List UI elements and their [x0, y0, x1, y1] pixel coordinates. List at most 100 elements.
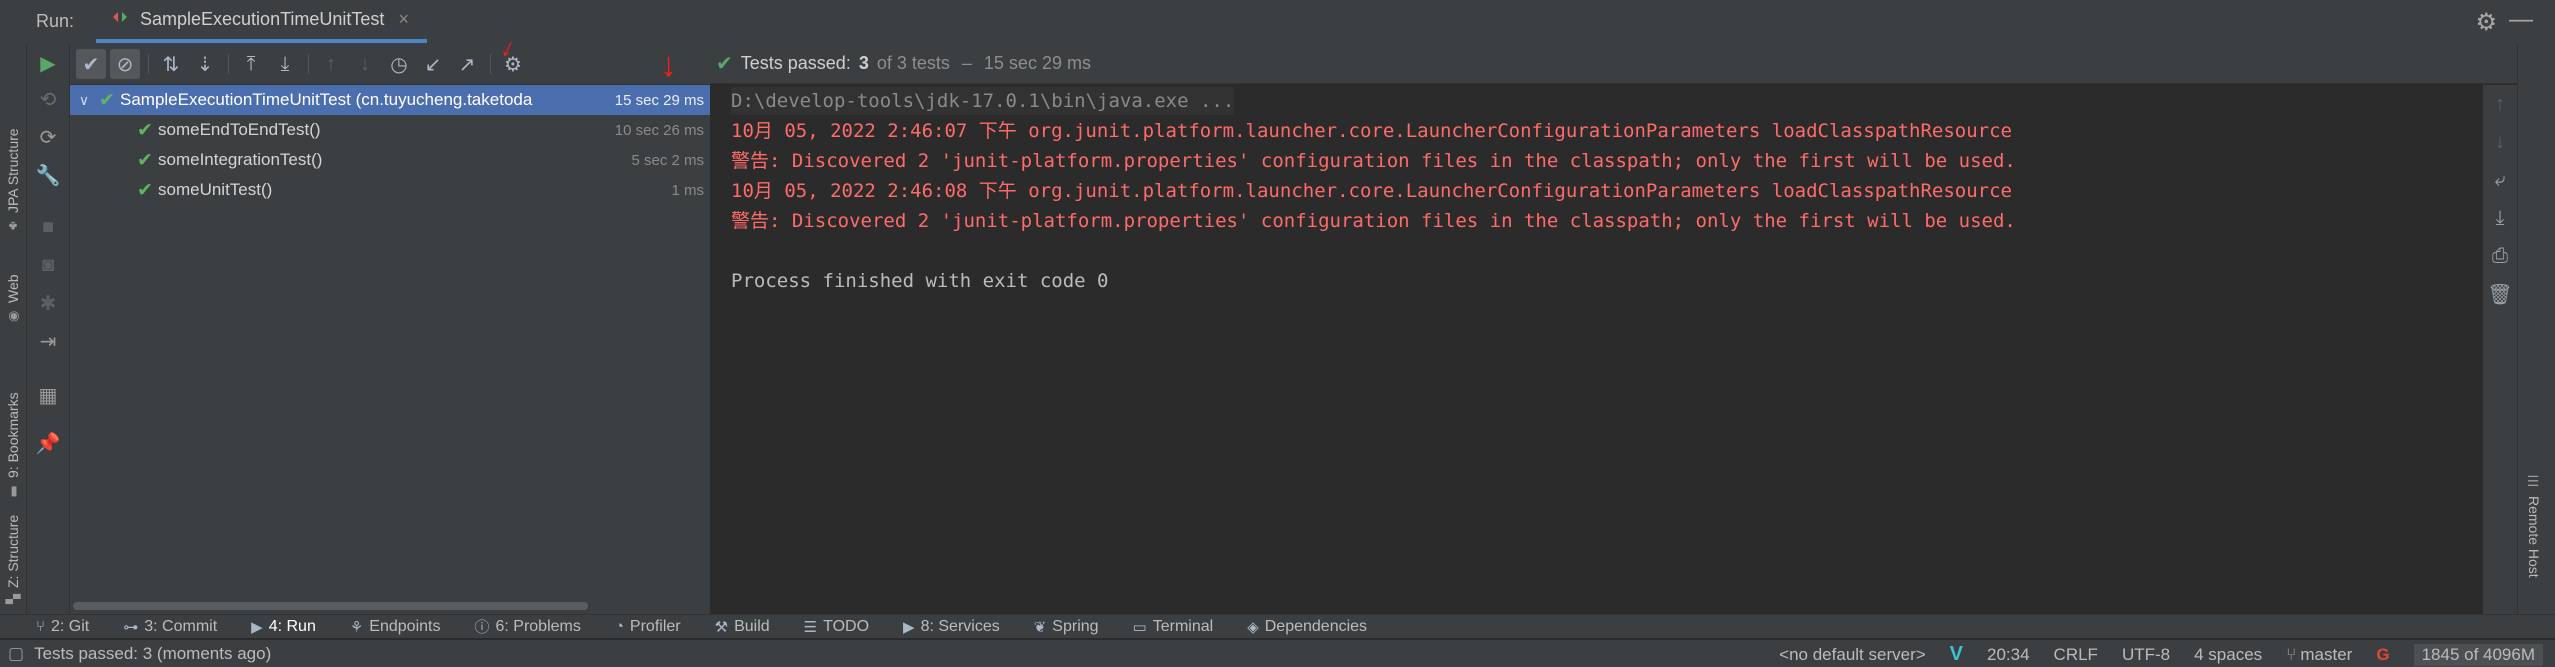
status-message[interactable]: Tests passed: 3 (moments ago)	[34, 644, 271, 664]
stripe-remote-host[interactable]: ☰ Remote Host	[2526, 474, 2542, 578]
tab-services[interactable]: ▶ 8: Services	[903, 618, 1000, 636]
vue-icon[interactable]: V	[1950, 643, 1963, 666]
scroll-down-icon[interactable]: ↓	[2487, 129, 2513, 155]
rerun-icon[interactable]: ▶	[35, 50, 61, 76]
test-tree-item[interactable]: ✔ someEndToEndTest() 10 sec 26 ms	[70, 115, 710, 145]
test-duration: 10 sec 26 ms	[614, 121, 704, 139]
horizontal-scrollbar[interactable]	[73, 602, 588, 610]
stripe-label: JPA Structure	[5, 128, 21, 213]
soft-wrap-icon[interactable]: ⤶	[2487, 167, 2513, 193]
console-output[interactable]: D:\develop-tools\jdk-17.0.1\bin\java.exe…	[711, 85, 2483, 614]
tab-endpoints[interactable]: ⚘ Endpoints	[350, 618, 441, 636]
spring-icon: ❦	[1033, 618, 1047, 636]
stripe-web[interactable]: ◉ Web	[0, 239, 26, 324]
tab-label: Build	[734, 617, 770, 635]
google-icon[interactable]: G	[2376, 645, 2389, 665]
collapse-all-icon[interactable]: ⤓	[270, 49, 300, 79]
git-branch: master	[2300, 644, 2353, 664]
remote-host-icon: ☰	[2526, 474, 2542, 490]
sort-by-duration-icon[interactable]: ⇣	[190, 49, 220, 79]
print-icon[interactable]: ⎙	[2487, 243, 2513, 269]
gear-icon[interactable]: ⚙	[2475, 8, 2497, 37]
commit-icon: ⊶	[123, 618, 139, 636]
pass-check-icon: ✔	[137, 149, 153, 171]
import-tests-icon[interactable]: ↙	[418, 49, 448, 79]
tab-spring[interactable]: ❦ Spring	[1034, 618, 1099, 636]
login-icon[interactable]: ⇥	[35, 328, 61, 354]
tab-dependencies[interactable]: ◈ Dependencies	[1247, 618, 1367, 636]
pin-icon[interactable]: 📌	[35, 430, 61, 456]
test-duration: 1 ms	[671, 181, 704, 199]
rerun-failed-icon[interactable]: ⟲	[35, 86, 61, 112]
run-config-tab[interactable]: SampleExecutionTimeUnitTest ×	[96, 0, 427, 43]
tab-commit[interactable]: ⊶ 3: Commit	[123, 618, 217, 636]
stripe-label: Z: Structure	[5, 514, 21, 588]
expand-all-icon[interactable]: ⤒	[236, 49, 266, 79]
endpoints-icon: ⚘	[349, 618, 364, 636]
status-total: of 3 tests	[876, 53, 950, 73]
debug-icon[interactable]: ✱	[35, 290, 61, 316]
test-history-icon[interactable]: ◷	[384, 49, 414, 79]
tab-terminal[interactable]: ▭ Terminal	[1133, 618, 1214, 636]
console-warning-line: 警告: Discovered 2 'junit-platform.propert…	[731, 210, 2016, 232]
camera-icon[interactable]: ◙	[35, 252, 61, 278]
next-failed-icon[interactable]: ↓	[350, 49, 380, 79]
test-tree-item[interactable]: ✔ someUnitTest() 1 ms	[70, 175, 710, 205]
test-tree-item[interactable]: ✔ someIntegrationTest() 5 sec 2 ms	[70, 145, 710, 175]
dependencies-icon: ◈	[1247, 618, 1259, 636]
tab-label: 2: Git	[51, 617, 90, 635]
tab-problems[interactable]: ⓘ 6: Problems	[474, 616, 580, 637]
tab-git[interactable]: ⑂ 2: Git	[36, 618, 89, 636]
globe-icon: ◉	[5, 309, 21, 324]
export-results-icon[interactable]: ↗	[452, 49, 482, 79]
test-class-name: SampleExecutionTimeUnitTest (cn.tuyuchen…	[120, 90, 533, 109]
minimize-icon[interactable]: —	[2509, 6, 2533, 34]
tab-profiler[interactable]: ◔ Profiler	[615, 618, 681, 636]
indent-settings[interactable]: 4 spaces	[2194, 645, 2262, 665]
stripe-structure[interactable]: ▚ Z: Structure	[0, 484, 26, 604]
terminal-icon: ▭	[1132, 618, 1147, 636]
tab-todo[interactable]: ☰ TODO	[804, 618, 869, 636]
close-icon[interactable]: ×	[398, 9, 409, 30]
console-command-line: D:\develop-tools\jdk-17.0.1\bin\java.exe…	[731, 87, 1235, 115]
caret-position[interactable]: 20:34	[1987, 645, 2030, 665]
show-passed-icon[interactable]: ✔	[76, 49, 106, 79]
test-tree: ∨ ✔ SampleExecutionTimeUnitTest (cn.tuyu…	[70, 85, 711, 614]
tab-build[interactable]: ⚒ Build	[715, 618, 770, 636]
sort-alphabetically-icon[interactable]: ⇅	[156, 49, 186, 79]
services-icon: ▶	[903, 618, 915, 636]
trash-icon[interactable]: 🗑	[2487, 281, 2513, 307]
memory-indicator[interactable]: 1845 of 4096M	[2413, 643, 2543, 666]
branch-icon: ⑂	[2286, 644, 2297, 664]
test-method-name: someIntegrationTest()	[158, 150, 323, 169]
console-warning-line: 10月 05, 2022 2:46:08 下午 org.junit.platfo…	[731, 180, 2012, 202]
toggle-tool-windows-icon[interactable]: ▢	[8, 644, 24, 664]
status-duration: 15 sec 29 ms	[983, 53, 1091, 73]
problems-icon: ⓘ	[474, 619, 490, 636]
previous-failed-icon[interactable]: ↑	[316, 49, 346, 79]
layout-icon[interactable]: ▦	[35, 382, 61, 408]
status-passed-count: 3	[858, 53, 869, 73]
line-separator[interactable]: CRLF	[2054, 645, 2098, 665]
show-ignored-icon[interactable]: ⊘	[110, 49, 140, 79]
scroll-to-end-icon[interactable]: ⤓	[2487, 205, 2513, 231]
file-encoding[interactable]: UTF-8	[2122, 645, 2170, 665]
stripe-jpa-structure[interactable]: ♣ JPA Structure	[0, 84, 26, 234]
chevron-down-icon[interactable]: ∨	[74, 92, 94, 109]
run-side-toolbar: ▶ ⟲ ⟳ 🔧 ■ ◙ ✱ ⇥ ▦ 📌	[27, 44, 70, 614]
stop-icon[interactable]: ■	[35, 214, 61, 240]
toggle-auto-test-icon[interactable]: ⟳	[35, 124, 61, 150]
git-branch-widget[interactable]: ⑂ master	[2286, 645, 2352, 665]
test-tree-root[interactable]: ∨ ✔ SampleExecutionTimeUnitTest (cn.tuyu…	[70, 85, 710, 115]
tab-run[interactable]: ▶ 4: Run	[251, 618, 316, 636]
server-selector[interactable]: <no default server>	[1779, 645, 1925, 665]
annotation-arrow-duration: ↓	[660, 46, 677, 84]
scroll-up-icon[interactable]: ↑	[2487, 91, 2513, 117]
pass-check-icon: ✔	[137, 119, 153, 141]
wrench-icon[interactable]: 🔧	[35, 162, 61, 188]
right-tool-stripe: ☰ Remote Host	[2517, 44, 2555, 614]
tests-toolbar: ✔ ⊘ ⇅ ⇣ ⤒ ⤓ ↑ ↓ ◷ ↙ ↗ ⚙ ↓ ↓	[70, 31, 710, 85]
stripe-bookmarks[interactable]: ▮ 9: Bookmarks	[0, 329, 26, 499]
run-tool-window-header: Run: SampleExecutionTimeUnitTest × ⚙ —	[0, 0, 2555, 45]
status-bar: ▢ Tests passed: 3 (moments ago) <no defa…	[0, 639, 2555, 667]
